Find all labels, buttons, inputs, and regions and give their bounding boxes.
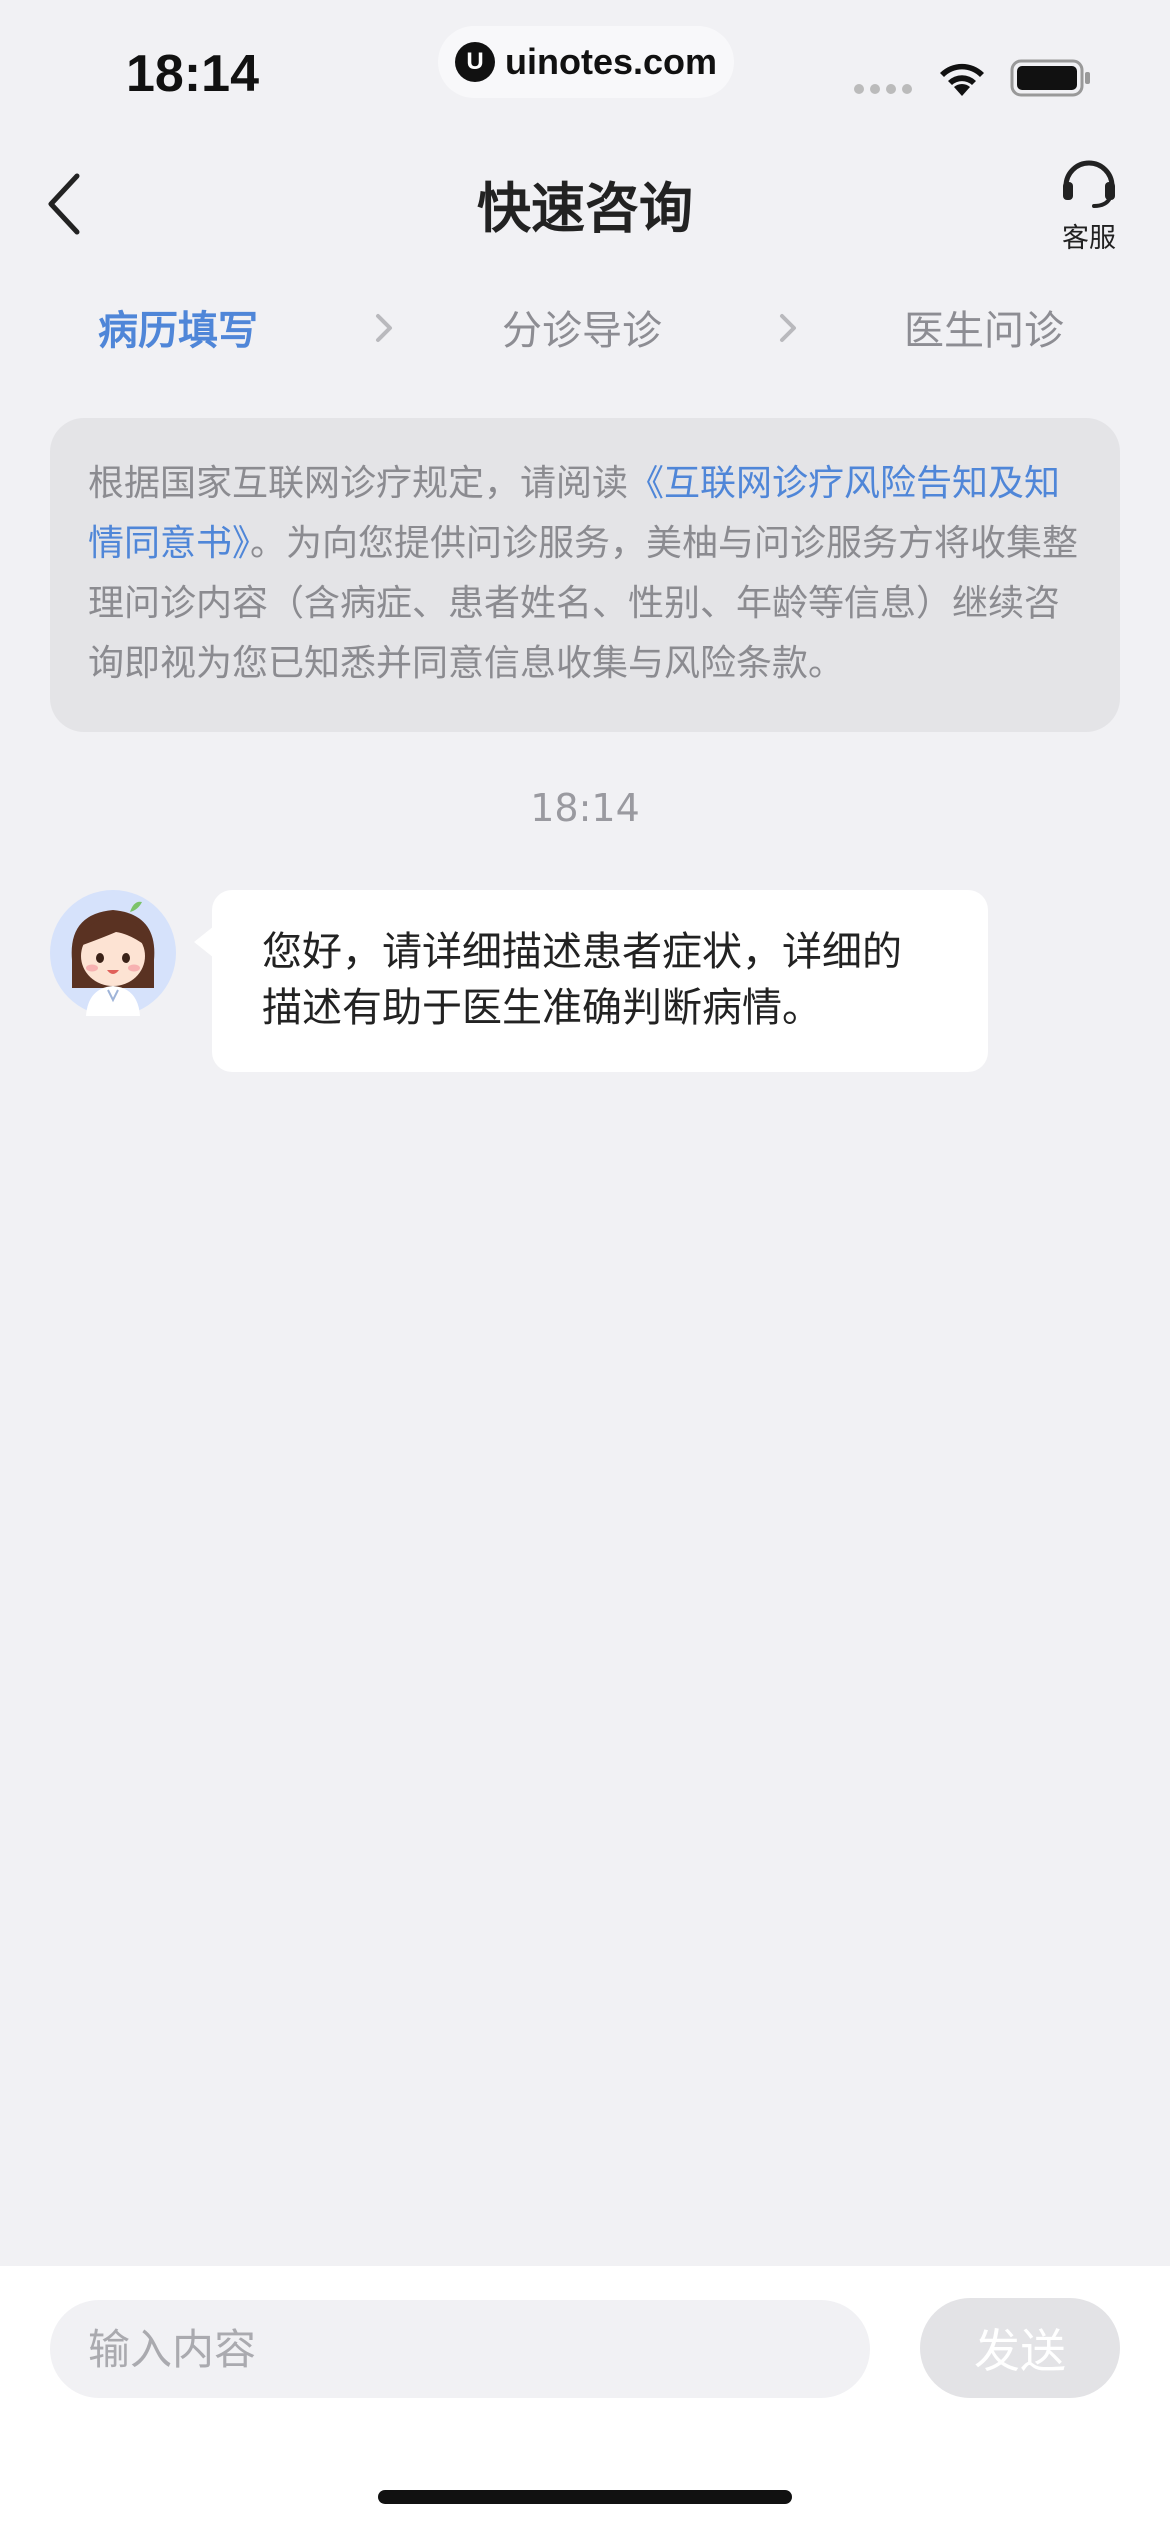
notice-text: 根据国家互联网诊疗规定，请阅读 — [88, 463, 629, 504]
chevron-right-icon — [376, 314, 392, 342]
step-triage: 分诊导诊 — [502, 308, 662, 354]
page-title: 快速咨询 — [477, 177, 693, 240]
assistant-message-bubble: 您好，请详细描述患者症状，详细的描述有助于医生准确判断病情。 — [194, 890, 988, 1072]
status-bar: 18:14 U uinotes.com — [0, 0, 1170, 130]
step-doctor-consult: 医生问诊 — [904, 308, 1064, 354]
chat-timestamp: 18:14 — [530, 786, 640, 830]
status-time: 18:14 — [126, 45, 259, 103]
url-pill[interactable]: U uinotes.com — [438, 26, 734, 98]
send-button[interactable]: 发送 — [920, 2298, 1120, 2398]
wifi-icon — [940, 63, 984, 96]
message-input[interactable] — [50, 2300, 870, 2398]
url-text: uinotes.com — [504, 41, 718, 82]
chevron-right-icon — [780, 314, 796, 342]
step-medical-record: 病历填写 — [98, 308, 258, 354]
headset-icon — [1063, 160, 1115, 208]
battery-icon — [1010, 59, 1090, 97]
customer-service-label: 客服 — [1062, 223, 1116, 254]
consent-notice: 根据国家互联网诊疗规定，请阅读《互联网诊疗风险告知及知情同意书》。为向您提供问诊… — [50, 418, 1120, 732]
site-logo-icon: U — [454, 42, 495, 82]
customer-service-button[interactable]: 客服 — [1054, 154, 1124, 254]
home-indicator — [378, 2490, 792, 2504]
cellular-signal-icon — [854, 84, 912, 94]
progress-steps: 病历填写 分诊导诊 医生问诊 — [0, 298, 1170, 358]
assistant-avatar — [50, 890, 176, 1016]
screen: 18:14 U uinotes.com 快速咨询 客服 病历填写 分诊导诊 医生… — [0, 0, 1170, 2532]
